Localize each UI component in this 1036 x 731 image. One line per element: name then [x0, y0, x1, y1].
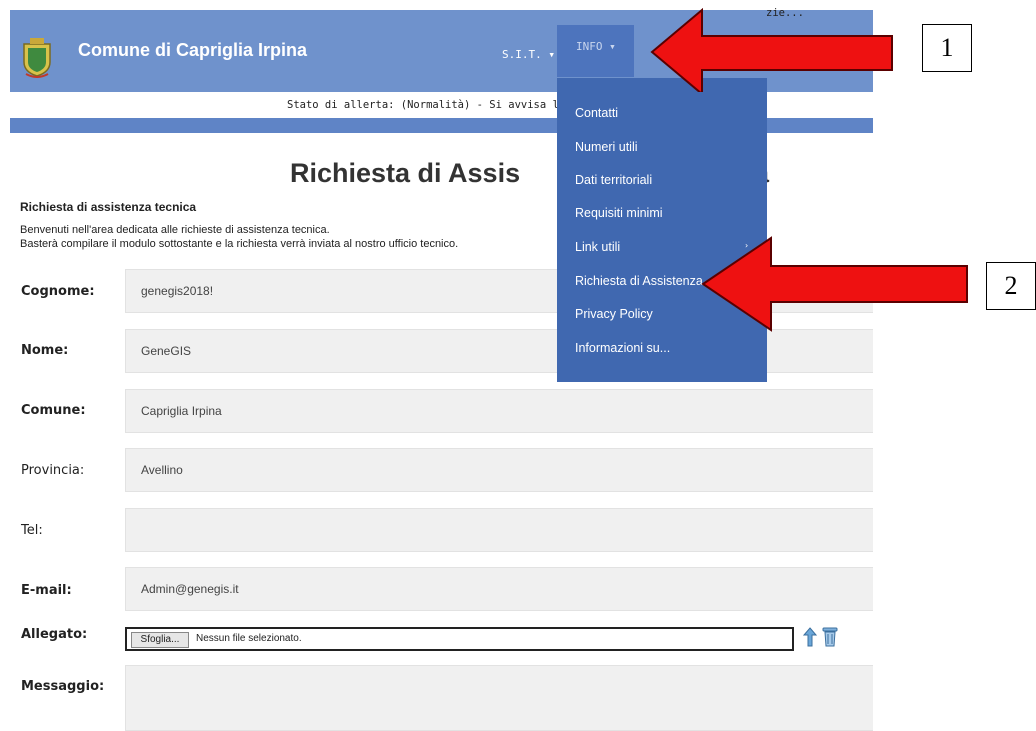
menu-item-numeri-utili[interactable]: Numeri utili: [575, 140, 638, 154]
messaggio-label: Messaggio:: [21, 679, 105, 694]
page-title: Richiesta di Assis: [290, 158, 521, 188]
callout-label-1: 1: [922, 24, 972, 72]
alert-text: Stato di allerta: (Normalità) - Si avvis…: [287, 99, 566, 111]
browse-button[interactable]: Sfoglia...: [131, 632, 189, 648]
site-brand[interactable]: Comune di Capriglia Irpina: [78, 40, 307, 61]
trash-icon[interactable]: [822, 626, 838, 648]
cognome-label: Cognome:: [21, 284, 95, 299]
comune-field[interactable]: Capriglia Irpina: [125, 389, 873, 433]
comune-value: Capriglia Irpina: [141, 404, 222, 418]
email-value: Admin@genegis.it: [141, 582, 239, 596]
allegato-label: Allegato:: [21, 627, 88, 642]
provincia-field[interactable]: Avellino: [125, 448, 873, 492]
coat-of-arms-logo[interactable]: [20, 38, 54, 78]
provincia-label: Provincia:: [21, 463, 85, 478]
nav-info-label: INFO ▾: [576, 40, 616, 53]
callout-arrow-2-icon: [701, 236, 968, 332]
nav-info-menu[interactable]: INFO ▾: [557, 25, 634, 77]
email-field[interactable]: Admin@genegis.it: [125, 567, 873, 611]
menu-item-requisiti-minimi[interactable]: Requisiti minimi: [575, 206, 663, 220]
file-input[interactable]: Sfoglia... Nessun file selezionato.: [125, 627, 794, 651]
comune-label: Comune:: [21, 403, 86, 418]
menu-item-privacy-policy[interactable]: Privacy Policy: [575, 307, 653, 321]
menu-item-link-utili[interactable]: Link utili: [575, 240, 620, 254]
section-title: Richiesta di assistenza tecnica: [20, 200, 197, 214]
file-status: Nessun file selezionato.: [196, 633, 302, 644]
intro-line-2: Basterà compilare il modulo sottostante …: [20, 238, 459, 250]
menu-item-richiesta-assistenza[interactable]: Richiesta di Assistenza: [575, 274, 703, 288]
tel-field[interactable]: [125, 508, 873, 552]
menu-item-contatti[interactable]: Contatti: [575, 106, 618, 120]
messaggio-textarea[interactable]: [125, 665, 873, 731]
tel-label: Tel:: [21, 523, 43, 538]
callout-arrow-1-icon: [650, 8, 893, 92]
email-label: E-mail:: [21, 583, 72, 598]
nome-value: GeneGIS: [141, 344, 192, 358]
menu-item-dati-territoriali[interactable]: Dati territoriali: [575, 173, 652, 187]
nav-sit-menu[interactable]: S.I.T. ▾: [502, 48, 555, 61]
info-dropdown-menu: Contatti Numeri utili Dati territoriali …: [557, 78, 767, 382]
callout-label-2: 2: [986, 262, 1036, 310]
provincia-value: Avellino: [141, 463, 183, 477]
nome-label: Nome:: [21, 343, 69, 358]
upload-arrow-icon[interactable]: [803, 627, 817, 647]
menu-item-informazioni[interactable]: Informazioni su...: [575, 341, 670, 355]
cognome-value: genegis2018!: [141, 284, 214, 298]
intro-line-1: Benvenuti nell'area dedicata alle richie…: [20, 224, 330, 236]
